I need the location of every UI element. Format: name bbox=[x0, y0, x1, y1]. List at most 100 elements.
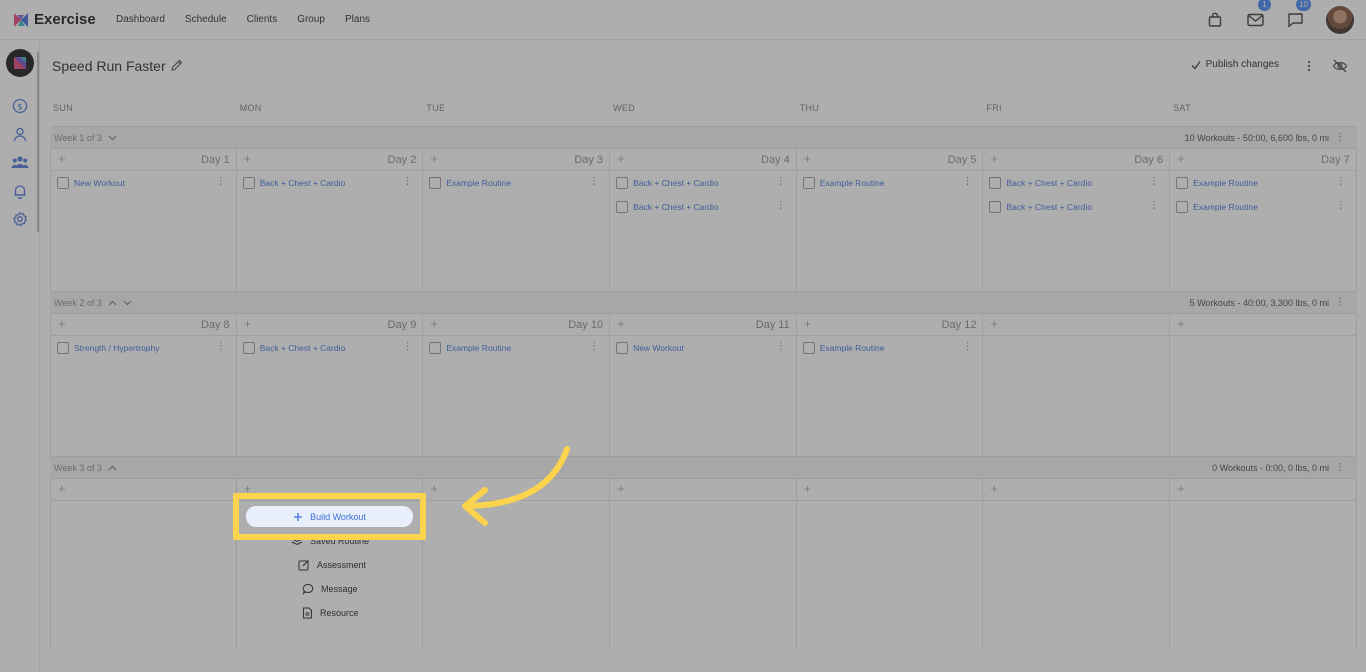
workout-more-icon[interactable]: ⋮ bbox=[962, 176, 972, 187]
workout-checkbox[interactable] bbox=[1176, 201, 1189, 213]
workout-more-icon[interactable]: ⋮ bbox=[589, 341, 599, 352]
add-plus-icon[interactable]: + bbox=[1177, 317, 1185, 331]
workout-item[interactable]: Example Routine ⋮ bbox=[423, 336, 609, 360]
workout-more-icon[interactable]: ⋮ bbox=[962, 341, 972, 352]
chevron-down-icon[interactable] bbox=[108, 135, 117, 141]
nav-dashboard[interactable]: Dashboard bbox=[116, 14, 165, 25]
nav-plans[interactable]: Plans bbox=[345, 14, 370, 25]
chevron-up-icon[interactable] bbox=[108, 465, 117, 471]
day-cell[interactable]: + Day 8 Strength / Hypertrophy ⋮ bbox=[50, 314, 237, 457]
workout-name[interactable]: Back + Chest + Cardio bbox=[633, 178, 719, 188]
workout-name[interactable]: Example Routine bbox=[1193, 178, 1258, 188]
workout-item[interactable]: Back + Chest + Cardio ⋮ bbox=[610, 195, 796, 219]
workout-more-icon[interactable]: ⋮ bbox=[776, 176, 786, 187]
nav-schedule[interactable]: Schedule bbox=[185, 14, 227, 25]
day-cell[interactable]: + bbox=[983, 314, 1171, 457]
workout-more-icon[interactable]: ⋮ bbox=[402, 176, 412, 187]
workout-more-icon[interactable]: ⋮ bbox=[216, 341, 226, 352]
day-cell[interactable]: + bbox=[50, 479, 237, 649]
mail-icon[interactable]: 1 bbox=[1246, 0, 1271, 29]
eye-off-icon[interactable] bbox=[1332, 58, 1348, 74]
day-cell[interactable]: + Day 11 New Workout ⋮ bbox=[610, 314, 797, 457]
day-cell[interactable]: + Day 10 Example Routine ⋮ bbox=[423, 314, 611, 457]
workout-name[interactable]: Example Routine bbox=[446, 178, 511, 188]
add-plus-icon[interactable]: + bbox=[804, 482, 812, 496]
add-plus-icon[interactable]: + bbox=[990, 152, 998, 166]
day-cell[interactable]: + Day 5 Example Routine ⋮ bbox=[796, 149, 984, 292]
day-cell[interactable]: + Day 7 Example Routine ⋮ Example Routine ⋮ bbox=[1170, 149, 1357, 292]
workout-more-icon[interactable]: ⋮ bbox=[216, 176, 226, 187]
day-cell[interactable]: + Day 4 Back + Chest + Cardio ⋮ Back + Chest… bbox=[610, 149, 797, 292]
workout-more-icon[interactable]: ⋮ bbox=[1336, 200, 1346, 211]
day-cell[interactable]: + bbox=[610, 479, 797, 649]
add-plus-icon[interactable]: + bbox=[1177, 482, 1185, 496]
workout-name[interactable]: Back + Chest + Cardio bbox=[1006, 202, 1092, 212]
menu-resource[interactable]: Resource bbox=[302, 607, 359, 619]
user-avatar[interactable] bbox=[1326, 6, 1354, 34]
workout-name[interactable]: Back + Chest + Cardio bbox=[633, 202, 719, 212]
workout-more-icon[interactable]: ⋮ bbox=[1336, 176, 1346, 187]
workout-checkbox[interactable] bbox=[429, 177, 442, 189]
add-plus-icon[interactable]: + bbox=[58, 482, 66, 496]
workout-checkbox[interactable] bbox=[57, 342, 69, 354]
workout-more-icon[interactable]: ⋮ bbox=[1149, 200, 1159, 211]
add-plus-icon[interactable]: + bbox=[58, 152, 66, 166]
chevron-down-icon[interactable] bbox=[123, 300, 132, 306]
workout-more-icon[interactable]: ⋮ bbox=[1149, 176, 1159, 187]
nav-group[interactable]: Group bbox=[297, 14, 325, 25]
workout-more-icon[interactable]: ⋮ bbox=[589, 176, 599, 187]
workout-name[interactable]: Example Routine bbox=[820, 343, 885, 353]
workout-more-icon[interactable]: ⋮ bbox=[776, 200, 786, 211]
workout-checkbox[interactable] bbox=[616, 342, 629, 354]
add-plus-icon[interactable]: + bbox=[1177, 152, 1185, 166]
workout-checkbox[interactable] bbox=[802, 177, 815, 189]
workout-item[interactable]: Strength / Hypertrophy ⋮ bbox=[51, 336, 236, 360]
add-plus-icon[interactable]: + bbox=[990, 317, 998, 331]
day-cell[interactable]: + Day 9 Back + Chest + Cardio ⋮ bbox=[236, 314, 424, 457]
workout-name[interactable]: Back + Chest + Cardio bbox=[1006, 178, 1092, 188]
workout-more-icon[interactable]: ⋮ bbox=[776, 341, 786, 352]
sidebar-scrollbar[interactable] bbox=[37, 52, 39, 232]
workout-name[interactable]: New Workout bbox=[633, 343, 684, 353]
edit-pencil-icon[interactable] bbox=[170, 58, 184, 72]
workout-name[interactable]: Example Routine bbox=[820, 178, 885, 188]
workout-item[interactable]: New Workout ⋮ bbox=[610, 336, 796, 360]
chat-icon[interactable]: 10 bbox=[1286, 0, 1311, 29]
workout-item[interactable]: New Workout ⋮ bbox=[51, 171, 236, 195]
settings-gear-icon[interactable] bbox=[11, 210, 29, 228]
workout-item[interactable]: Back + Chest + Cardio ⋮ bbox=[237, 171, 423, 195]
add-plus-icon[interactable]: + bbox=[617, 152, 625, 166]
publish-changes-button[interactable]: Publish changes bbox=[1191, 59, 1279, 70]
workout-name[interactable]: Back + Chest + Cardio bbox=[260, 343, 346, 353]
add-plus-icon[interactable]: + bbox=[430, 152, 438, 166]
workout-item[interactable]: Back + Chest + Cardio ⋮ bbox=[983, 171, 1169, 195]
add-plus-icon[interactable]: + bbox=[430, 482, 438, 496]
workout-checkbox[interactable] bbox=[57, 177, 69, 189]
workout-name[interactable]: New Workout bbox=[74, 178, 125, 188]
brand[interactable]: Exercise bbox=[12, 11, 116, 29]
add-plus-icon[interactable]: + bbox=[617, 482, 625, 496]
workout-name[interactable]: Example Routine bbox=[1193, 202, 1258, 212]
workout-item[interactable]: Example Routine ⋮ bbox=[797, 336, 983, 360]
day-cell[interactable]: + bbox=[983, 479, 1171, 649]
nav-clients[interactable]: Clients bbox=[247, 14, 278, 25]
workout-item[interactable]: Example Routine ⋮ bbox=[423, 171, 609, 195]
day-cell[interactable]: + Day 6 Back + Chest + Cardio ⋮ Back + Chest… bbox=[983, 149, 1171, 292]
workout-checkbox[interactable] bbox=[429, 342, 442, 354]
workout-name[interactable]: Strength / Hypertrophy bbox=[74, 343, 160, 353]
workout-name[interactable]: Example Routine bbox=[446, 343, 511, 353]
add-plus-icon[interactable]: + bbox=[244, 317, 252, 331]
week-more-icon[interactable]: ⋮ bbox=[1335, 297, 1345, 308]
day-cell[interactable]: + Day 3 Example Routine ⋮ bbox=[423, 149, 611, 292]
day-cell[interactable]: + bbox=[1170, 314, 1357, 457]
add-plus-icon[interactable]: + bbox=[244, 152, 252, 166]
day-cell[interactable]: + Day 12 Example Routine ⋮ bbox=[796, 314, 984, 457]
workout-checkbox[interactable] bbox=[242, 342, 255, 354]
add-plus-icon[interactable]: + bbox=[58, 317, 66, 331]
workout-checkbox[interactable] bbox=[616, 177, 629, 189]
workout-name[interactable]: Back + Chest + Cardio bbox=[260, 178, 346, 188]
more-options-icon[interactable] bbox=[1304, 58, 1314, 74]
workout-checkbox[interactable] bbox=[802, 342, 815, 354]
billing-icon[interactable]: $ bbox=[11, 97, 29, 115]
menu-assessment[interactable]: Assessment bbox=[298, 559, 366, 571]
